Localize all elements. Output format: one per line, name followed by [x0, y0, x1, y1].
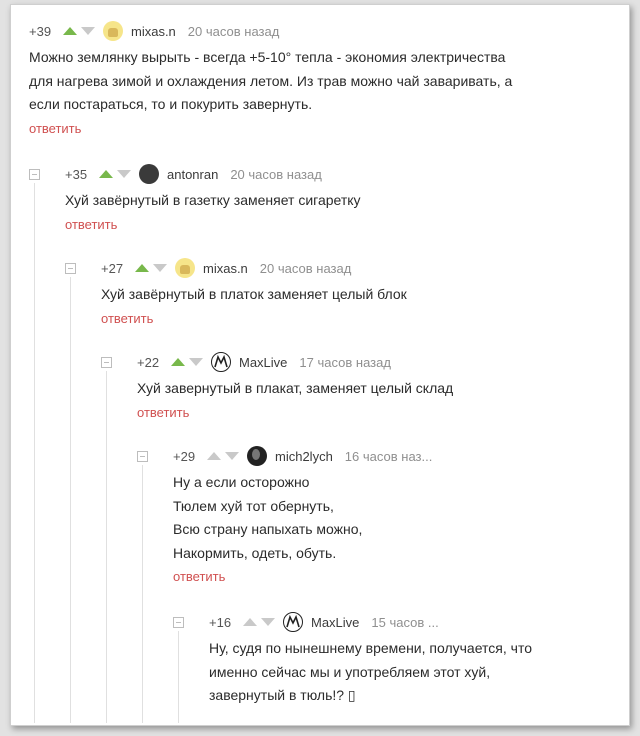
reply-link[interactable]: ответить	[173, 569, 225, 584]
comment-line: Накормить, одеть, обуть.	[173, 544, 337, 561]
thread-line	[106, 371, 107, 723]
comment-author[interactable]: MaxLive	[311, 615, 359, 630]
avatar[interactable]	[247, 446, 267, 466]
comment-time[interactable]: 16 часов наз...	[345, 449, 433, 464]
comment-body: Ну, судя по нынешнему времени, получаетс…	[209, 637, 532, 708]
comment-line: Тюлем хуй тот обернуть,	[173, 497, 334, 514]
avatar[interactable]	[211, 352, 231, 372]
upvote-icon[interactable]	[99, 170, 113, 178]
comment-header: +16 MaxLive 15 часов ...	[173, 611, 532, 633]
downvote-icon[interactable]	[81, 27, 95, 35]
comment-time[interactable]: 20 часов назад	[230, 167, 322, 182]
upvote-icon[interactable]	[243, 618, 257, 626]
comment-body: Ну а если осторожно Тюлем хуй тот оберну…	[173, 471, 432, 565]
collapse-toggle-icon[interactable]	[137, 450, 148, 462]
upvote-icon[interactable]	[207, 452, 221, 460]
collapse-toggle-icon[interactable]	[29, 168, 40, 180]
comment: +29 mich2lych 16 часов наз... Ну а если …	[137, 445, 432, 586]
comment-rating: +35	[65, 166, 88, 182]
avatar[interactable]	[283, 612, 303, 632]
comment-thread-card: +39 mixas.n 20 часов назад Можно землянк…	[10, 4, 630, 726]
upvote-icon[interactable]	[135, 264, 149, 272]
comment-line: Можно землянку вырыть - всегда +5-10° те…	[29, 49, 506, 65]
comment-rating: +16	[209, 614, 232, 630]
comment-rating: +29	[173, 448, 196, 464]
comment-author[interactable]: MaxLive	[239, 355, 287, 370]
comment-body: Можно землянку вырыть - всегда +5-10° те…	[29, 46, 512, 117]
comment-line: если постараться, то и покурить завернут…	[29, 96, 313, 112]
upvote-icon[interactable]	[171, 358, 185, 366]
comment-header: +35 antonran 20 часов назад	[29, 163, 361, 185]
comment-line: Ну а если осторожно	[173, 474, 310, 490]
thread-line	[34, 183, 35, 723]
comment-time[interactable]: 15 часов ...	[371, 615, 438, 630]
reply-link[interactable]: ответить	[65, 217, 117, 232]
comment: +22 MaxLive 17 часов назад Хуй завернуты…	[101, 351, 453, 422]
comment-header: +29 mich2lych 16 часов наз...	[137, 445, 432, 467]
comment-header: +27 mixas.n 20 часов назад	[65, 257, 407, 279]
downvote-icon[interactable]	[189, 358, 203, 366]
comment: +27 mixas.n 20 часов назад Хуй завёрнуты…	[65, 257, 407, 328]
avatar[interactable]	[103, 21, 123, 41]
reply-link[interactable]: ответить	[137, 405, 189, 420]
collapse-toggle-icon[interactable]	[173, 616, 184, 628]
comment-line: именно сейчас мы и употребляем этот хуй,	[209, 663, 491, 680]
comment: +35 antonran 20 часов назад Хуй завёрнут…	[29, 163, 361, 234]
comment-author[interactable]: antonran	[167, 167, 218, 182]
avatar[interactable]	[175, 258, 195, 278]
comment-rating: +27	[101, 260, 124, 276]
comment-rating: +39	[29, 23, 52, 39]
comment-rating: +22	[137, 354, 160, 370]
reply-link[interactable]: ответить	[29, 121, 81, 136]
comment-line: завернутый в тюль!? ▯	[209, 687, 356, 703]
downvote-icon[interactable]	[261, 618, 275, 626]
comment-line: Хуй завернутый в плакат, заменяет целый …	[137, 380, 454, 396]
downvote-icon[interactable]	[153, 264, 167, 272]
collapse-toggle-icon[interactable]	[101, 356, 112, 368]
comment-line: Хуй завёрнутый в газетку заменяет сигаре…	[65, 192, 361, 208]
thread-line	[70, 277, 71, 723]
comment-time[interactable]: 17 часов назад	[299, 355, 391, 370]
downvote-icon[interactable]	[117, 170, 131, 178]
upvote-icon[interactable]	[63, 27, 77, 35]
comment-line: для нагрева зимой и охлаждения летом. Из…	[29, 72, 513, 89]
comment-author[interactable]: mich2lych	[275, 449, 333, 464]
comment-header: +22 MaxLive 17 часов назад	[101, 351, 453, 373]
comment-line: Ну, судя по нынешнему времени, получаетс…	[209, 640, 532, 656]
comment-body: Хуй завёрнутый в газетку заменяет сигаре…	[65, 189, 361, 213]
reply-link[interactable]: ответить	[101, 311, 153, 326]
comment-author[interactable]: mixas.n	[131, 24, 176, 39]
comment-header: +39 mixas.n 20 часов назад	[29, 20, 512, 42]
avatar[interactable]	[139, 164, 159, 184]
comment-time[interactable]: 20 часов назад	[188, 24, 280, 39]
comment: +16 MaxLive 15 часов ... Ну, судя по нын…	[173, 611, 532, 708]
collapse-toggle-icon[interactable]	[65, 262, 76, 274]
comment-body: Хуй завернутый в плакат, заменяет целый …	[137, 377, 453, 401]
comment-line: Всю страну напыхать можно,	[173, 521, 363, 537]
comment: +39 mixas.n 20 часов назад Можно землянк…	[29, 20, 512, 138]
comment-line: Хуй завёрнутый в платок заменяет целый б…	[101, 286, 407, 302]
downvote-icon[interactable]	[225, 452, 239, 460]
comment-body: Хуй завёрнутый в платок заменяет целый б…	[101, 283, 407, 307]
comment-author[interactable]: mixas.n	[203, 261, 248, 276]
comment-time[interactable]: 20 часов назад	[260, 261, 352, 276]
